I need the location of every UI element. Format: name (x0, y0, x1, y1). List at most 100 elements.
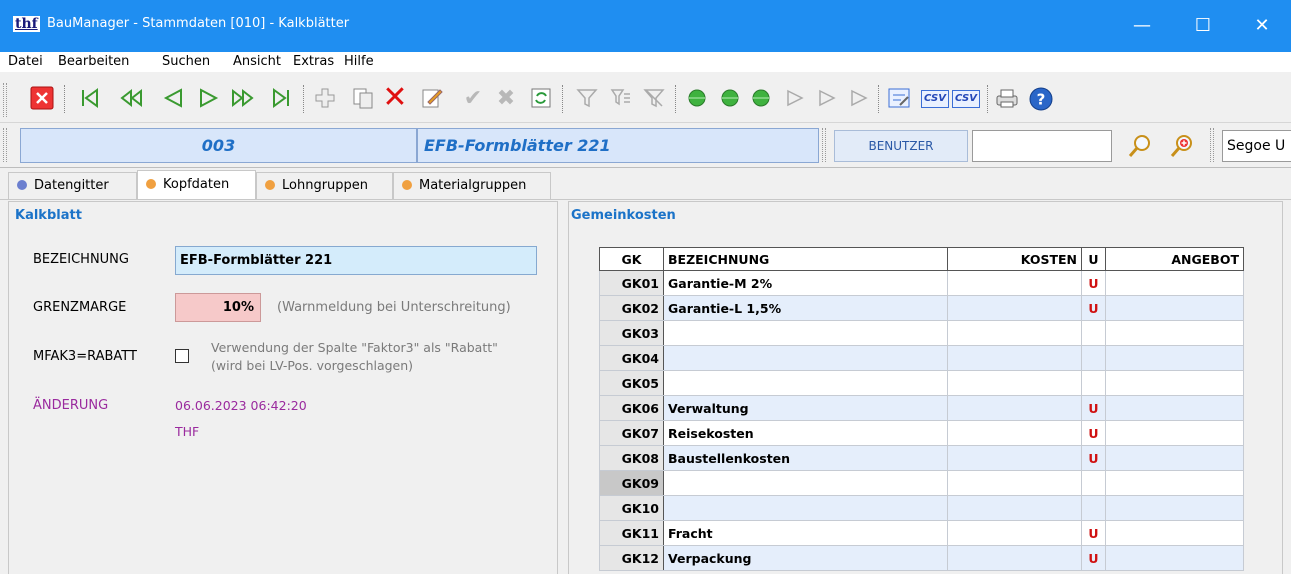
table-row[interactable]: GK12 Verpackung U (599, 545, 1244, 571)
edit-icon[interactable] (419, 86, 445, 112)
cell-gk[interactable]: GK05 (599, 370, 664, 396)
cell-gk[interactable]: GK02 (599, 295, 664, 321)
cell-gk[interactable]: GK10 (599, 495, 664, 521)
cell-gk[interactable]: GK06 (599, 395, 664, 421)
cell-angebot[interactable] (1105, 320, 1244, 346)
cell-kosten[interactable] (947, 420, 1082, 446)
csv-export-icon[interactable]: CSV (921, 90, 949, 108)
grenzmarge-input[interactable]: 10% (175, 293, 261, 322)
menu-ansicht[interactable]: Ansicht (233, 54, 281, 69)
cell-angebot[interactable] (1105, 370, 1244, 396)
table-row[interactable]: GK07 Reisekosten U (599, 420, 1244, 446)
cell-gk[interactable]: GK11 (599, 520, 664, 546)
menu-datei[interactable]: Datei (8, 54, 43, 69)
column-header-bezeichnung[interactable]: BEZEICHNUNG (663, 247, 948, 271)
cell-u[interactable] (1081, 370, 1106, 396)
cell-angebot[interactable] (1105, 345, 1244, 371)
filter-icon[interactable] (574, 86, 600, 112)
cell-bezeichnung[interactable]: Verpackung (663, 545, 948, 571)
toolbar-grip[interactable] (3, 83, 7, 117)
cell-kosten[interactable] (947, 470, 1082, 496)
cell-bezeichnung[interactable]: Garantie-L 1,5% (663, 295, 948, 321)
cell-gk[interactable]: GK03 (599, 320, 664, 346)
cell-u[interactable]: U (1081, 270, 1106, 296)
cell-kosten[interactable] (947, 370, 1082, 396)
cell-kosten[interactable] (947, 545, 1082, 571)
close-window-button[interactable]: ✕ (1242, 10, 1282, 42)
cell-kosten[interactable] (947, 445, 1082, 471)
cell-u[interactable]: U (1081, 445, 1106, 471)
table-row[interactable]: GK10 (599, 495, 1244, 521)
cell-bezeichnung[interactable]: Verwaltung (663, 395, 948, 421)
cell-angebot[interactable] (1105, 445, 1244, 471)
column-header-kosten[interactable]: KOSTEN (947, 247, 1082, 271)
cell-angebot[interactable] (1105, 295, 1244, 321)
cell-u[interactable]: U (1081, 420, 1106, 446)
tab-materialgruppen[interactable]: Materialgruppen (393, 172, 551, 199)
close-icon[interactable] (29, 86, 55, 112)
cell-bezeichnung[interactable]: Garantie-M 2% (663, 270, 948, 296)
green-dot-3-icon[interactable] (748, 86, 774, 112)
tab-kopfdaten[interactable]: Kopfdaten (137, 170, 256, 199)
first-record-icon[interactable] (77, 86, 103, 112)
cell-gk[interactable]: GK09 (599, 470, 664, 496)
cell-u[interactable]: U (1081, 295, 1106, 321)
cell-angebot[interactable] (1105, 270, 1244, 296)
add-icon[interactable] (312, 86, 338, 112)
cell-u[interactable]: U (1081, 520, 1106, 546)
table-row[interactable]: GK04 (599, 345, 1244, 371)
cell-gk[interactable]: GK04 (599, 345, 664, 371)
table-row[interactable]: GK01 Garantie-M 2% U (599, 270, 1244, 296)
mfak3-checkbox[interactable] (175, 349, 189, 363)
table-row[interactable]: GK03 (599, 320, 1244, 346)
table-row[interactable]: GK06 Verwaltung U (599, 395, 1244, 421)
print-icon[interactable] (994, 86, 1020, 112)
cell-kosten[interactable] (947, 495, 1082, 521)
play-outline-1-icon[interactable] (782, 86, 808, 112)
search-icon[interactable] (1126, 132, 1152, 158)
cell-bezeichnung[interactable] (663, 470, 948, 496)
cell-kosten[interactable] (947, 395, 1082, 421)
menu-hilfe[interactable]: Hilfe (344, 54, 374, 69)
next-icon[interactable] (196, 86, 222, 112)
user-field[interactable] (972, 130, 1112, 162)
menu-bearbeiten[interactable]: Bearbeiten (58, 54, 129, 69)
menu-suchen[interactable]: Suchen (162, 54, 210, 69)
column-header-angebot[interactable]: ANGEBOT (1105, 247, 1244, 271)
settings-icon[interactable] (886, 86, 912, 112)
cell-kosten[interactable] (947, 320, 1082, 346)
table-row[interactable]: GK08 Baustellenkosten U (599, 445, 1244, 471)
menu-extras[interactable]: Extras (293, 54, 334, 69)
cell-u[interactable] (1081, 495, 1106, 521)
filter-edit-icon[interactable] (608, 86, 634, 112)
table-row[interactable]: GK09 (599, 470, 1244, 496)
column-header-u[interactable]: U (1081, 247, 1106, 271)
recordbar-grip[interactable] (3, 128, 7, 162)
cell-angebot[interactable] (1105, 545, 1244, 571)
table-row[interactable]: GK02 Garantie-L 1,5% U (599, 295, 1244, 321)
tab-datengitter[interactable]: Datengitter (8, 172, 137, 199)
play-outline-3-icon[interactable] (846, 86, 872, 112)
cell-bezeichnung[interactable] (663, 345, 948, 371)
cell-u[interactable] (1081, 345, 1106, 371)
refresh-icon[interactable] (528, 86, 554, 112)
play-outline-2-icon[interactable] (814, 86, 840, 112)
cell-angebot[interactable] (1105, 495, 1244, 521)
recordbar-grip-3[interactable] (1210, 128, 1214, 162)
last-record-icon[interactable] (268, 86, 294, 112)
cell-angebot[interactable] (1105, 520, 1244, 546)
maximize-button[interactable]: ☐ (1183, 10, 1223, 42)
green-dot-1-icon[interactable] (684, 86, 710, 112)
benutzer-button[interactable]: BENUTZER (834, 130, 968, 162)
recordbar-grip-2[interactable] (822, 128, 826, 162)
tab-lohngruppen[interactable]: Lohngruppen (256, 172, 393, 199)
cell-u[interactable] (1081, 320, 1106, 346)
green-dot-2-icon[interactable] (717, 86, 743, 112)
csv-import-icon[interactable]: CSV (952, 90, 980, 108)
cell-bezeichnung[interactable]: Fracht (663, 520, 948, 546)
cell-gk[interactable]: GK08 (599, 445, 664, 471)
cell-bezeichnung[interactable] (663, 495, 948, 521)
cell-u[interactable]: U (1081, 395, 1106, 421)
cell-gk[interactable]: GK01 (599, 270, 664, 296)
cell-bezeichnung[interactable] (663, 370, 948, 396)
